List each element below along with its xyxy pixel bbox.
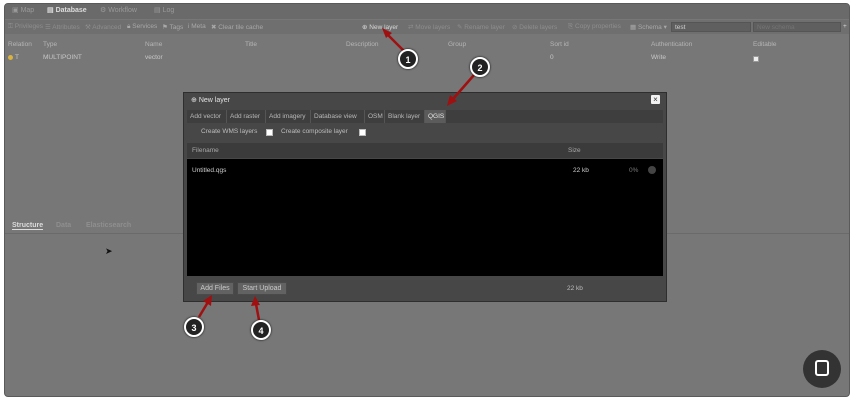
tab-map[interactable]: ▣ Map [12,6,34,14]
remove-file-icon[interactable] [648,166,656,174]
authentication-cell: Write [651,54,667,61]
name-cell: vector [145,54,163,61]
relation-cell: T [8,54,19,61]
file-list: Untitled.qgs 22 kb 0% [187,159,663,276]
tab-data[interactable]: Data [56,222,71,229]
dialog-title: ⊕ New layer [191,97,230,104]
file-size: 22 kb [573,167,589,174]
tab-database-view[interactable]: Database view [311,110,365,123]
add-files-button[interactable]: Add Files [196,282,234,295]
chat-launcher-button[interactable] [803,350,841,388]
file-list-header: Filename Size [187,143,663,158]
file-name: Untitled.qgs [192,167,227,174]
tab-structure[interactable]: Structure [12,222,44,230]
new-schema-input[interactable] [753,22,841,32]
dialog-titlebar: ⊕ New layer × [184,93,666,107]
layer-table-header: Relation Type Name Title Description Gro… [5,40,849,51]
chat-icon [815,360,829,376]
plus-circle-icon: ⊕ [191,97,197,104]
close-icon[interactable]: × [651,95,660,104]
col-description[interactable]: Description [346,41,379,48]
sort-id-cell: 0 [550,54,554,61]
delete-layers-button[interactable]: ⊘ Delete layers [512,23,557,31]
schema-label[interactable]: ▦ Schema ▾ [630,23,667,31]
dialog-options: Create WMS layers Create composite layer [187,126,663,138]
table-row[interactable]: T MULTIPOINT vector 0 Write [5,53,849,64]
attributes-button[interactable]: ☰ Attributes [45,23,80,31]
database-toolbar: ⚿ Privileges ☰ Attributes ⚒ Advanced 🔒︎ … [5,20,849,34]
clear-tile-cache-button[interactable]: ✖ Clear tile cache [211,23,263,31]
tab-qgis[interactable]: QGIS [425,110,446,123]
privileges-button[interactable]: ⚿ Privileges [8,23,43,31]
schema-select[interactable] [671,22,751,32]
tab-osm[interactable]: OSM [365,110,385,123]
top-tab-bar: ▣ Map ▤ Database ⚙ Workflow ▤ Log [5,4,849,19]
callout-1: 1 [398,49,418,69]
col-title[interactable]: Title [245,41,257,48]
copy-properties-button[interactable]: ⎘ Copy properties [568,23,621,31]
move-layers-button[interactable]: ⇄ Move layers [408,23,450,31]
tab-blank-layer[interactable]: Blank layer [385,110,425,123]
dialog-footer: Add Files Start Upload 22 kb [184,278,666,302]
meta-button[interactable]: i Meta [188,23,206,30]
services-button[interactable]: 🔒︎ Services [127,23,157,31]
filename-header: Filename [192,147,219,154]
tab-log[interactable]: ▤ Log [154,6,174,14]
col-editable[interactable]: Editable [753,41,777,48]
callout-4: 4 [251,320,271,340]
tab-workflow[interactable]: ⚙ Workflow [100,6,137,14]
start-upload-button[interactable]: Start Upload [237,282,287,295]
type-cell: MULTIPOINT [43,54,82,61]
total-size: 22 kb [567,285,583,292]
create-wms-checkbox[interactable] [266,129,273,136]
tab-add-vector[interactable]: Add vector [187,110,227,123]
new-layer-button[interactable]: ⊕ New layer [362,23,398,31]
create-composite-label: Create composite layer [281,128,348,135]
new-layer-dialog: ⊕ New layer × Add vector Add raster Add … [183,92,667,302]
mouse-cursor-icon: ➤ [105,246,113,256]
tab-elasticsearch[interactable]: Elasticsearch [86,222,131,229]
callout-2: 2 [470,57,490,77]
col-group[interactable]: Group [448,41,466,48]
col-sort-id[interactable]: Sort id [550,41,569,48]
tab-add-imagery[interactable]: Add imagery [266,110,311,123]
create-wms-label: Create WMS layers [201,128,258,135]
status-dot-icon [8,54,13,60]
dialog-tabs: Add vector Add raster Add imagery Databa… [187,110,663,123]
col-type[interactable]: Type [43,41,57,48]
create-composite-checkbox[interactable] [359,129,366,136]
plus-circle-icon: ⊕ [362,24,368,31]
tab-add-raster[interactable]: Add raster [227,110,266,123]
add-schema-icon[interactable]: + [843,23,847,30]
tags-button[interactable]: ⚑ Tags [162,23,183,31]
rename-layer-button[interactable]: ✎ Rename layer [457,23,505,31]
col-relation[interactable]: Relation [8,41,32,48]
col-authentication[interactable]: Authentication [651,41,692,48]
col-name[interactable]: Name [145,41,162,48]
callout-3: 3 [184,317,204,337]
file-progress: 0% [629,167,639,174]
editable-checkbox[interactable] [753,56,759,62]
size-header: Size [568,147,581,154]
tab-database[interactable]: ▤ Database [47,6,87,14]
advanced-button[interactable]: ⚒ Advanced [85,23,121,31]
